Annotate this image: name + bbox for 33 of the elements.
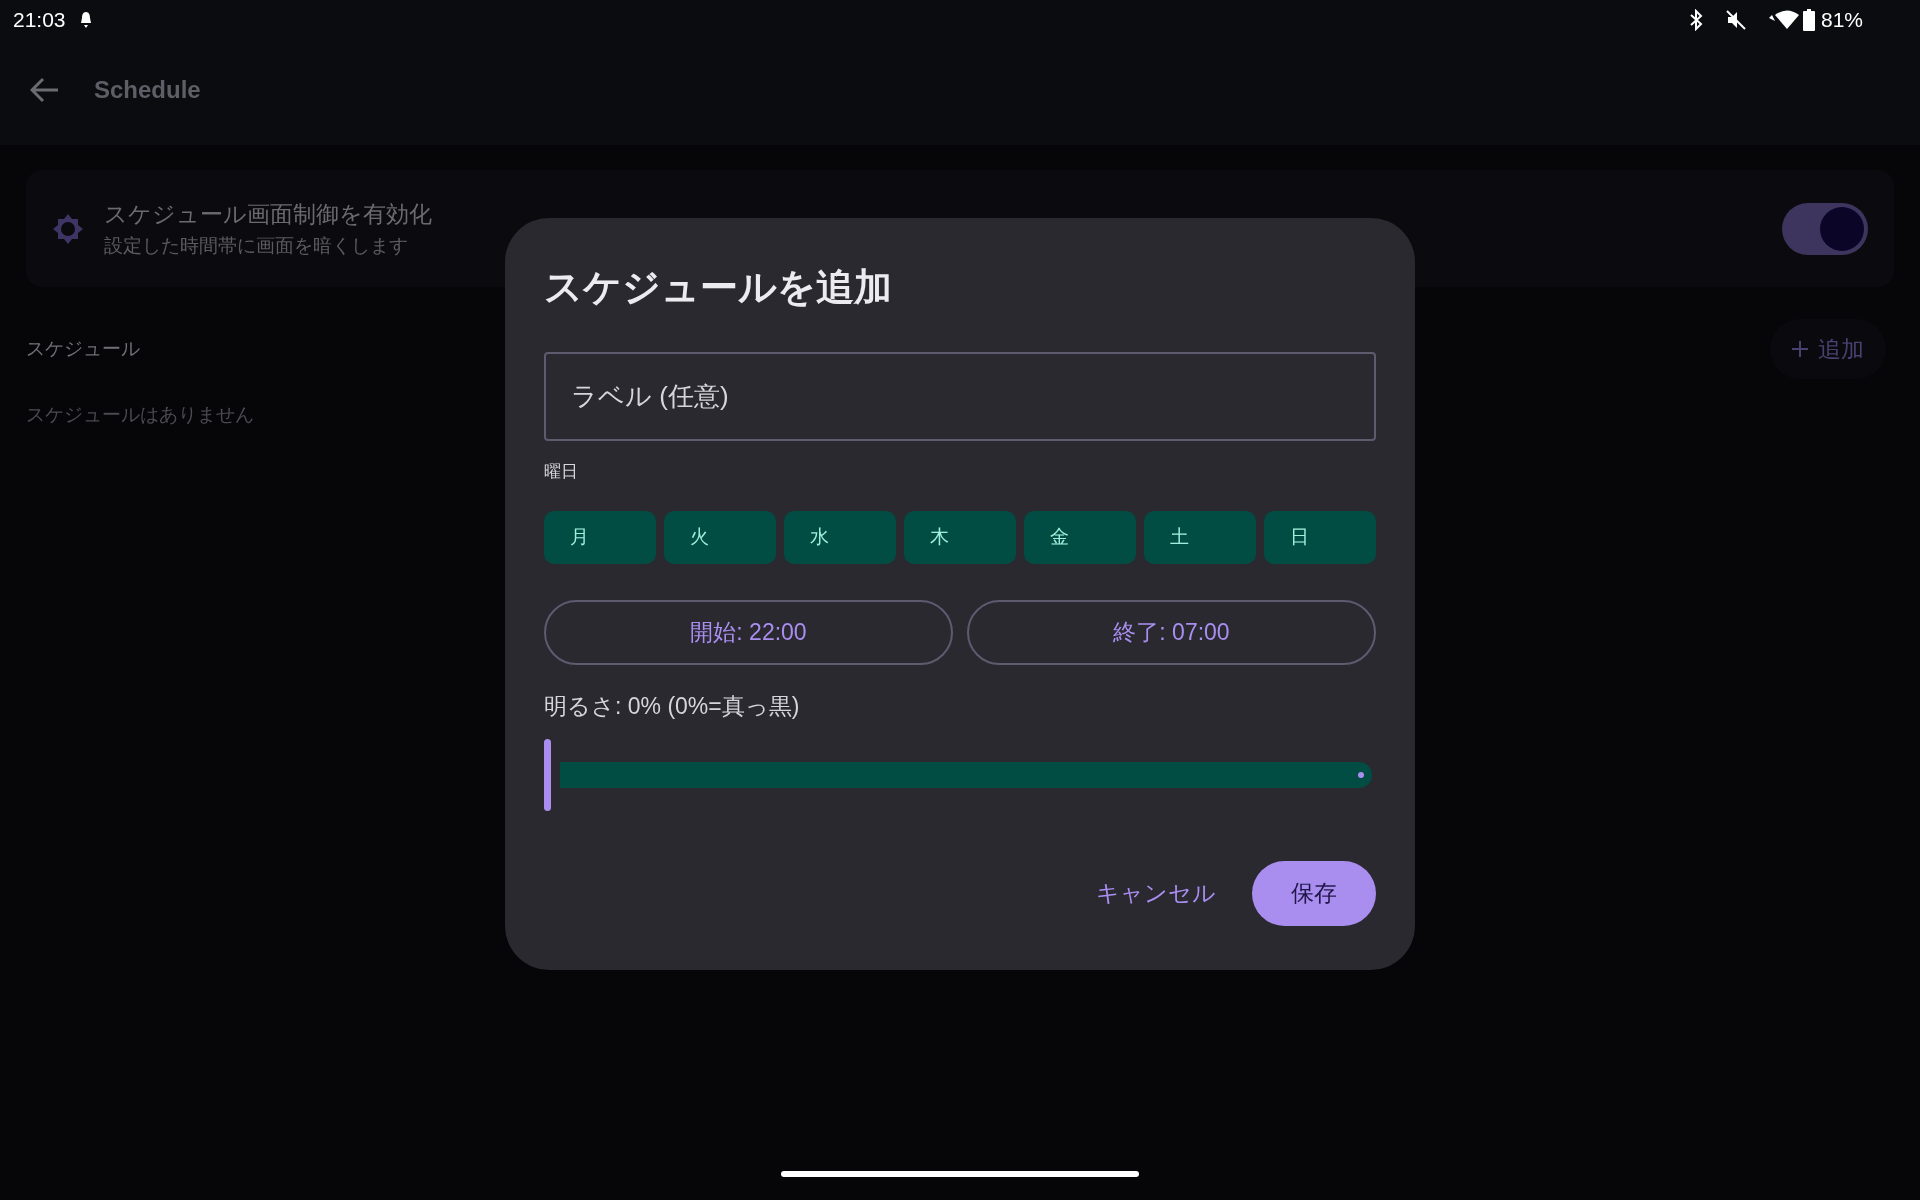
plus-icon	[1792, 341, 1808, 357]
cancel-button[interactable]: キャンセル	[1088, 861, 1224, 926]
setting-subtitle: 設定した時間帯に画面を暗くします	[104, 233, 409, 258]
day-chip[interactable]: 土	[1144, 510, 1256, 564]
day-chip[interactable]: 日	[1264, 510, 1376, 564]
back-arrow-icon[interactable]	[30, 77, 60, 103]
toggle-switch[interactable]	[1782, 202, 1868, 255]
day-chip[interactable]: 木	[904, 510, 1016, 564]
battery-icon	[1802, 9, 1815, 31]
day-chip[interactable]: 月	[544, 510, 656, 564]
notification-icon	[79, 11, 92, 29]
start-time-button[interactable]: 開始: 22:00	[544, 599, 953, 665]
end-time-button[interactable]: 終了: 07:00	[967, 599, 1376, 665]
slider-thumb[interactable]	[544, 739, 551, 811]
day-chip[interactable]: 水	[784, 510, 896, 564]
clock-time: 21:03	[13, 7, 66, 34]
brightness-icon	[52, 212, 84, 245]
day-chip[interactable]: 火	[664, 510, 776, 564]
home-indicator[interactable]	[781, 1171, 1139, 1177]
app-bar-title: Schedule	[94, 75, 201, 105]
brightness-label: 明るさ: 0% (0%=真っ黒)	[544, 691, 801, 721]
bluetooth-icon	[1688, 9, 1703, 31]
save-button[interactable]: 保存	[1252, 861, 1376, 926]
days-label: 曜日	[544, 461, 579, 483]
day-chip[interactable]: 金	[1024, 510, 1136, 564]
wifi-icon	[1768, 9, 1799, 31]
battery-percentage: 81%	[1820, 7, 1863, 34]
label-input-field[interactable]: ラベル (任意)	[544, 352, 1376, 441]
dialog-title: スケジュールを追加	[544, 265, 893, 310]
section-header: スケジュール	[26, 336, 140, 361]
setting-title: スケジュール画面制御を有効化	[104, 200, 433, 229]
empty-schedule-text: スケジュールはありません	[26, 404, 254, 425]
muted-speaker-icon	[1724, 9, 1747, 31]
